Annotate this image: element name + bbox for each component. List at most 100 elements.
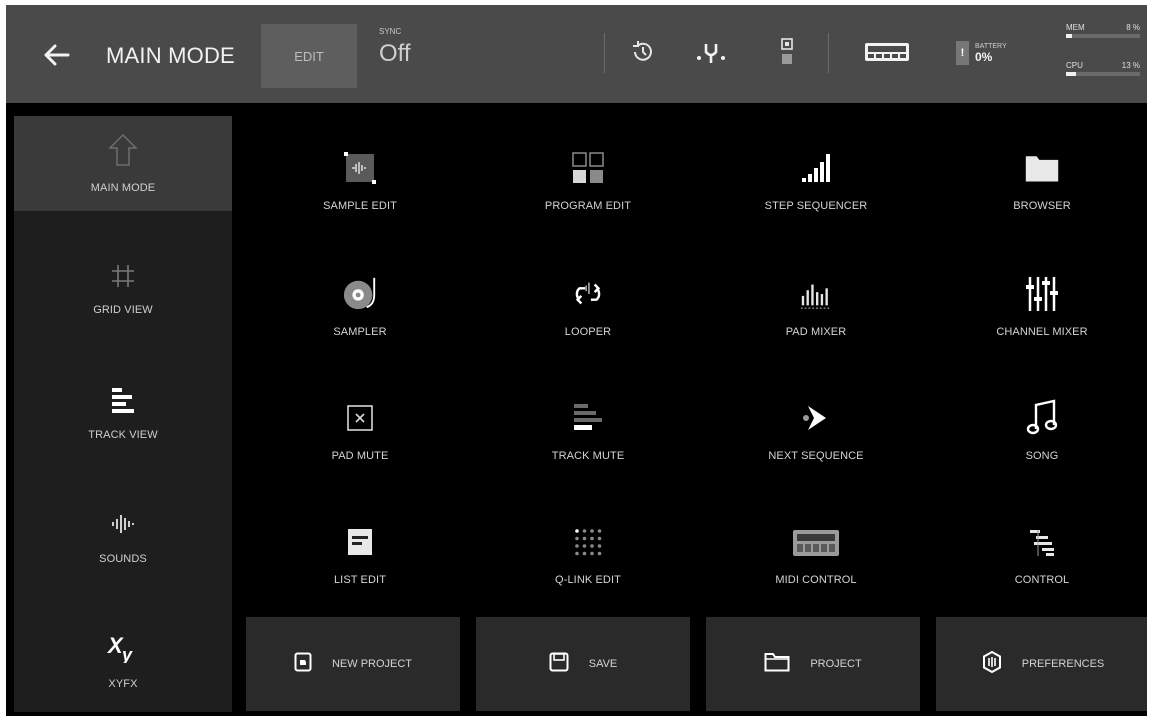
tile-label: STEP SEQUENCER	[764, 200, 868, 212]
qlink-dot	[590, 529, 594, 533]
sync-label: SYNC	[379, 27, 402, 36]
qlink-dot	[575, 551, 579, 556]
sidebar-item-grid-view[interactable]: GRID VIEW	[14, 242, 232, 337]
folder-icon	[1024, 150, 1060, 186]
battery-label: BATTERY	[975, 42, 1007, 50]
preferences-label: PREFERENCES	[1021, 658, 1105, 670]
storage-icon[interactable]	[770, 35, 804, 69]
sample-edit-icon	[342, 150, 378, 186]
grid-icon	[110, 263, 136, 294]
sidebar-item-sounds[interactable]: SOUNDS	[14, 490, 232, 585]
waveform-icon	[109, 510, 137, 543]
sidebar: MAIN MODE GRID VIEW TRACK VIEW SOUNDS Xy…	[14, 116, 232, 712]
tile-next-sequence[interactable]: NEXT SEQUENCE	[700, 373, 932, 489]
preferences-icon	[982, 650, 1002, 678]
tile-browser[interactable]: BROWSER	[926, 123, 1147, 239]
qlink-dot	[597, 529, 602, 533]
save-icon	[549, 652, 569, 677]
project-label: PROJECT	[810, 658, 862, 670]
battery-value: 0%	[975, 49, 993, 64]
tile-pad-mute[interactable]: PAD MUTE	[244, 373, 476, 489]
tile-label: TRACK MUTE	[551, 450, 625, 462]
cpu-fill	[1066, 72, 1076, 76]
faders-icon	[1024, 276, 1060, 312]
step-sequencer-icon	[798, 150, 834, 186]
tile-label: NEXT SEQUENCE	[768, 450, 864, 462]
sidebar-item-main-mode[interactable]: MAIN MODE	[14, 116, 232, 211]
mute-box-icon	[342, 400, 378, 436]
tile-label: PROGRAM EDIT	[544, 200, 632, 212]
tile-sample-edit[interactable]: SAMPLE EDIT	[244, 123, 476, 239]
music-note-icon	[1024, 399, 1060, 436]
qlink-dot	[590, 544, 594, 548]
xy-icon: Xy	[106, 633, 139, 668]
edit-button[interactable]: EDIT	[261, 24, 357, 88]
save-label: SAVE	[588, 658, 618, 670]
app-frame: MAIN MODE EDIT SYNC Off ! BATTERY 0% MEM…	[6, 5, 1147, 716]
tile-song[interactable]: SONG	[926, 373, 1147, 489]
tile-step-sequencer[interactable]: STEP SEQUENCER	[700, 123, 932, 239]
mem-meter: MEM 8 %	[1066, 23, 1140, 38]
history-icon[interactable]	[626, 35, 660, 69]
sync-control[interactable]: SYNC Off	[379, 27, 411, 68]
sync-value: Off	[379, 40, 411, 67]
program-edit-icon	[570, 150, 606, 186]
sidebar-item-label: SOUNDS	[99, 553, 147, 565]
preferences-button[interactable]: PREFERENCES	[936, 617, 1147, 711]
tile-label: SAMPLE EDIT	[323, 200, 397, 212]
mpc-device-icon[interactable]	[864, 35, 910, 69]
control-sliders-icon	[1024, 524, 1060, 560]
tile-label: CHANNEL MIXER	[996, 326, 1088, 338]
new-project-label: NEW PROJECT	[331, 658, 413, 670]
tile-label: SONG	[1025, 450, 1059, 462]
tile-channel-mixer[interactable]: CHANNEL MIXER	[926, 249, 1147, 365]
sidebar-item-label: TRACK VIEW	[88, 429, 158, 441]
tile-label: SAMPLER	[333, 326, 387, 338]
qlink-dot	[575, 529, 579, 533]
qlink-dot	[582, 544, 587, 548]
vinyl-icon	[342, 276, 378, 312]
tile-label: PAD MIXER	[785, 326, 847, 338]
tile-label: LOOPER	[564, 326, 612, 338]
battery-status: ! BATTERY 0%	[956, 41, 1007, 65]
qlink-dot	[590, 536, 594, 541]
tile-looper[interactable]: LOOPER	[472, 249, 704, 365]
sidebar-item-track-view[interactable]: TRACK VIEW	[14, 366, 232, 461]
tile-pad-mixer[interactable]: PAD MIXER	[700, 249, 932, 365]
sidebar-item-label: MAIN MODE	[90, 182, 156, 194]
qlink-dot	[582, 551, 587, 556]
pad-mixer-icon	[798, 276, 834, 312]
midi-device-icon	[791, 524, 841, 560]
tuning-fork-icon[interactable]	[694, 35, 728, 69]
tile-q-link-edit[interactable]: Q-LINK EDIT	[472, 497, 704, 613]
mem-fill	[1066, 34, 1072, 38]
tile-label: BROWSER	[1013, 200, 1071, 212]
qlink-dot	[597, 544, 602, 548]
save-button[interactable]: SAVE	[476, 617, 690, 711]
tile-label: LIST EDIT	[333, 574, 387, 586]
list-edit-icon	[342, 524, 378, 560]
tile-track-mute[interactable]: TRACK MUTE	[472, 373, 704, 489]
back-arrow-icon[interactable]	[42, 40, 72, 70]
next-sequence-icon	[798, 400, 834, 436]
new-project-icon	[294, 652, 312, 677]
tile-control[interactable]: CONTROL	[926, 497, 1147, 613]
project-button[interactable]: PROJECT	[706, 617, 920, 711]
tile-midi-control[interactable]: MIDI CONTROL	[700, 497, 932, 613]
qlink-dot	[590, 551, 594, 556]
qlink-dot	[575, 544, 579, 548]
track-mute-icon	[570, 400, 606, 436]
header-bar: MAIN MODE EDIT SYNC Off ! BATTERY 0% MEM…	[6, 5, 1147, 103]
tile-label: MIDI CONTROL	[775, 574, 857, 586]
tile-list-edit[interactable]: LIST EDIT	[244, 497, 476, 613]
qlink-dot	[597, 551, 602, 556]
qlink-dot	[582, 536, 587, 541]
battery-icon: !	[956, 41, 969, 65]
home-arrow-icon	[108, 133, 138, 172]
tile-label: CONTROL	[1014, 574, 1070, 586]
tile-program-edit[interactable]: PROGRAM EDIT	[472, 123, 704, 239]
tile-sampler[interactable]: SAMPLER	[244, 249, 476, 365]
sidebar-item-xyfx[interactable]: Xy XYFX	[14, 614, 232, 709]
mem-label: MEM	[1066, 23, 1085, 32]
new-project-button[interactable]: NEW PROJECT	[246, 617, 460, 711]
